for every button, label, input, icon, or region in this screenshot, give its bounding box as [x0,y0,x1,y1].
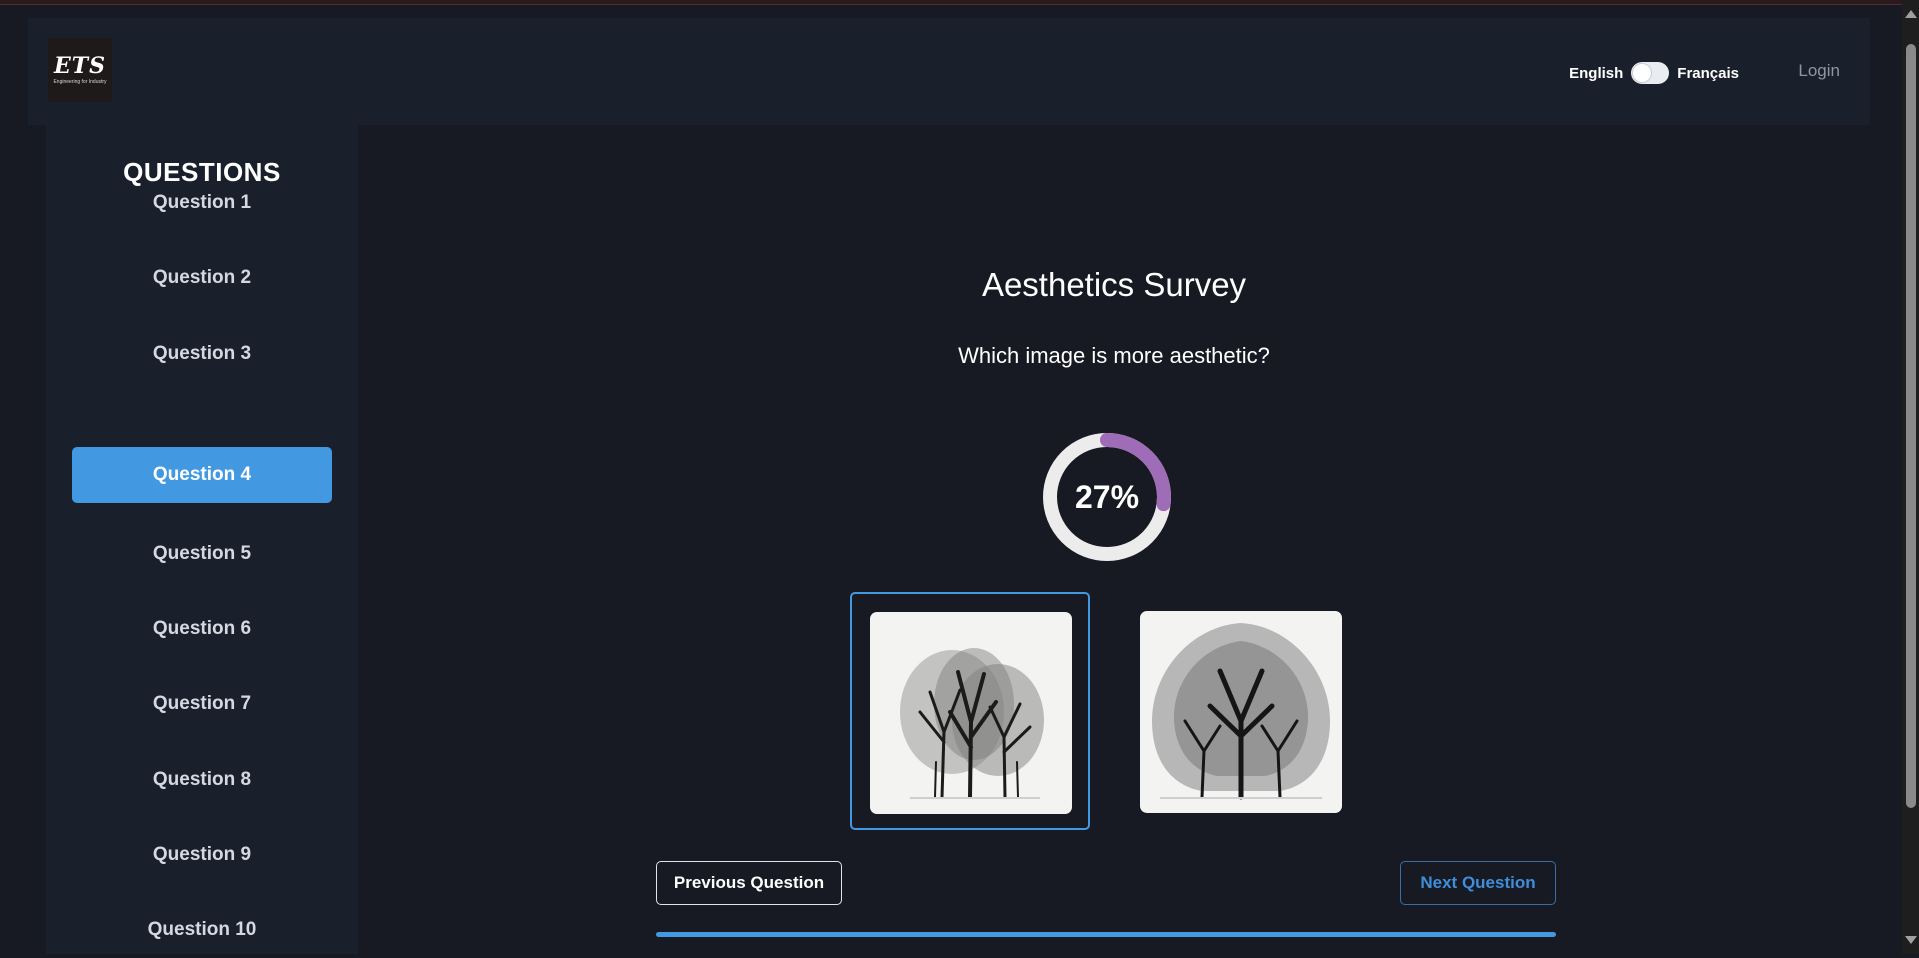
scroll-up-arrow-icon[interactable] [1905,10,1917,18]
image-option-b[interactable] [1121,592,1361,830]
page-scrollbar[interactable] [1902,0,1919,954]
app-header: ETS Engineering for Industry English Fra… [28,18,1870,125]
logo-subtitle: Engineering for Industry [53,79,107,85]
previous-question-button[interactable]: Previous Question [656,861,842,905]
sidebar-item-question-10[interactable]: Question 10 [72,902,332,958]
tree-illustration-a [900,648,1044,799]
sidebar-item-question-1[interactable]: Question 1 [72,175,332,231]
progress-percent: 27% [1074,478,1140,515]
sidebar-item-question-7[interactable]: Question 7 [72,676,332,732]
sidebar-item-question-2[interactable]: Question 2 [72,250,332,306]
window-top-edge [0,0,1919,5]
language-switcher: English Français [1569,62,1739,84]
questions-sidebar: QUESTIONS Question 1 Question 2 Question… [46,125,358,954]
survey-progress-bar [656,932,1556,937]
tree-image-a [870,612,1072,814]
image-option-a[interactable] [850,592,1090,830]
sidebar-item-question-5[interactable]: Question 5 [72,526,332,582]
language-toggle[interactable] [1631,62,1670,84]
sidebar-item-question-6[interactable]: Question 6 [72,601,332,657]
sidebar-item-question-4[interactable]: Question 4 [72,447,332,503]
sidebar-item-question-3[interactable]: Question 3 [72,326,332,382]
toggle-knob [1633,64,1652,82]
sidebar-item-question-9[interactable]: Question 9 [72,827,332,883]
tree-illustration-b [1152,623,1330,800]
login-link[interactable]: Login [1798,61,1840,81]
scrollbar-thumb[interactable] [1906,44,1916,808]
tree-image-b [1140,611,1342,813]
language-french-label: Français [1677,64,1739,82]
sidebar-item-question-8[interactable]: Question 8 [72,752,332,808]
ets-logo[interactable]: ETS Engineering for Industry [48,38,112,102]
logo-text: ETS [53,53,107,79]
survey-title: Aesthetics Survey [981,266,1247,303]
language-english-label: English [1569,64,1624,82]
next-question-button[interactable]: Next Question [1400,861,1556,905]
scroll-down-arrow-icon[interactable] [1905,936,1917,944]
question-text: Which image is more aesthetic? [958,343,1270,368]
